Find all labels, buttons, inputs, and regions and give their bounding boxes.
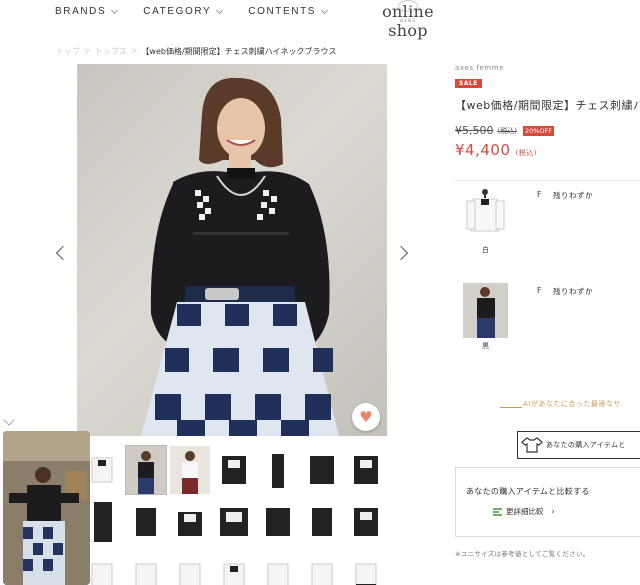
chevron-down-icon <box>216 6 224 14</box>
thumbnail[interactable] <box>302 550 342 585</box>
thumbnail[interactable] <box>346 446 386 494</box>
thumbnail-selected[interactable] <box>125 445 167 495</box>
ai-recommend-text: AIがあなたに合った最適なサ <box>523 400 621 408</box>
thumbnail[interactable] <box>258 550 298 585</box>
thumbnail[interactable] <box>302 498 342 546</box>
breadcrumb-tops[interactable]: トップス <box>95 46 127 57</box>
variant-size: F <box>537 286 542 295</box>
logo-sub: axes <box>399 18 417 24</box>
breadcrumb-separator: > <box>84 46 91 55</box>
carousel-prev-icon[interactable] <box>55 245 71 261</box>
collapse-chevron-icon[interactable] <box>3 414 15 426</box>
variant-size: F <box>537 190 542 199</box>
thumbnail[interactable] <box>170 446 210 494</box>
thumbnail-grid <box>82 445 388 585</box>
sale-price-value: ¥4,400 <box>455 141 511 159</box>
divider <box>500 407 522 408</box>
variant-stock: 残りわずか <box>553 287 593 296</box>
nav-brands-label: BRANDS <box>55 6 107 17</box>
sale-badge: SALE <box>455 79 482 88</box>
nav-category-label: CATEGORY <box>143 6 212 17</box>
discount-badge: 20%OFF <box>522 125 555 136</box>
sale-price-tax: (税込) <box>515 149 537 157</box>
heart-icon: ♥ <box>359 407 373 426</box>
thumbnail[interactable] <box>214 446 254 494</box>
variant-stock: 残りわずか <box>553 191 593 200</box>
thumbnail[interactable] <box>302 446 342 494</box>
original-price-value: ¥5,500 <box>455 124 494 137</box>
thumbnail[interactable] <box>214 498 254 546</box>
thumbnail[interactable] <box>170 550 210 585</box>
variant-color-label: 白 <box>482 246 489 254</box>
main-product-photo[interactable] <box>77 64 387 436</box>
variant-row[interactable]: 白 F 残りわずか <box>455 180 640 275</box>
compare-title: あなたの購入アイテムと比較する <box>466 487 590 496</box>
site-logo[interactable]: online shop axes <box>362 0 454 40</box>
breadcrumb: トップ > トップス > 【web価格/期間限定】チェス刺繍ハイネックブラウス <box>56 46 336 57</box>
chevron-down-icon <box>321 6 329 14</box>
nav-contents-label: CONTENTS <box>248 6 317 17</box>
thumbnail[interactable] <box>170 498 210 546</box>
shirt-icon <box>518 433 546 458</box>
site-header: BRANDS CATEGORY CONTENTS online shop axe… <box>0 0 640 40</box>
variant-white-image[interactable] <box>463 187 508 242</box>
nav-category[interactable]: CATEGORY <box>143 6 224 17</box>
ai-size-button[interactable]: あなたの購入アイテムと <box>517 431 640 459</box>
breadcrumb-separator: > <box>130 46 138 55</box>
compare-panel: あなたの購入アイテムと比較する 更詳細比較 › <box>455 467 640 537</box>
thumbnail[interactable] <box>126 550 166 585</box>
main-nav: BRANDS CATEGORY CONTENTS <box>55 6 353 17</box>
compare-link-label: 更詳細比較 <box>506 507 544 516</box>
original-price: ¥5,500 (税込) 20%OFF <box>455 124 555 137</box>
sale-price: ¥4,400 (税込) <box>455 141 537 159</box>
thumbnail[interactable] <box>126 498 166 546</box>
product-title: 【web価格/期間限定】チェス刺繍ハイネックブラウス <box>455 99 640 112</box>
compare-icon <box>493 507 502 516</box>
product-video[interactable] <box>3 431 90 585</box>
chevron-right-icon: › <box>551 507 555 516</box>
brand-name[interactable]: axes femme <box>455 64 504 72</box>
variant-color-label: 黒 <box>482 342 489 350</box>
favorite-button[interactable]: ♥ <box>352 403 380 431</box>
nav-brands[interactable]: BRANDS <box>55 6 119 17</box>
thumbnail[interactable] <box>214 550 254 585</box>
variant-row[interactable]: 黒 F 残りわずか <box>455 277 640 372</box>
thumbnail[interactable] <box>258 498 298 546</box>
thumbnail[interactable] <box>258 446 298 494</box>
ai-size-button-label: あなたの購入アイテムと <box>546 441 626 449</box>
carousel-next-icon[interactable] <box>393 245 409 261</box>
variant-black-image[interactable] <box>463 283 508 338</box>
size-note: ※ユニサイズは参考値としてご覧ください。 <box>455 550 590 558</box>
thumbnail[interactable] <box>346 498 386 546</box>
breadcrumb-current: 【web価格/期間限定】チェス刺繍ハイネックブラウス <box>141 47 337 56</box>
chevron-down-icon <box>111 6 119 14</box>
nav-contents[interactable]: CONTENTS <box>248 6 329 17</box>
original-price-tax: (税込) <box>497 126 517 135</box>
thumbnail[interactable] <box>346 550 386 585</box>
compare-detail-link[interactable]: 更詳細比較 › <box>493 506 555 517</box>
breadcrumb-top[interactable]: トップ <box>56 46 80 57</box>
